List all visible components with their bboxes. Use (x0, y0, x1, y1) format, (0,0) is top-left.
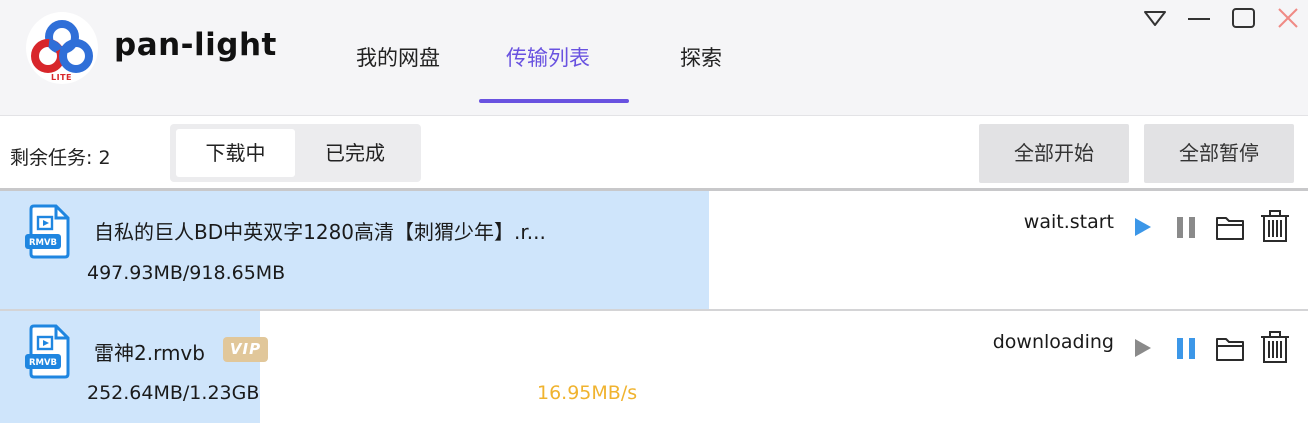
task-size-progress: 497.93MB/918.65MB (87, 262, 286, 284)
maximize-icon (1232, 8, 1255, 28)
tab-my-drive[interactable]: 我的网盘 (356, 42, 440, 72)
close-icon (1278, 8, 1298, 28)
svg-text:RMVB: RMVB (29, 358, 57, 368)
logo-tag: LITE (51, 73, 72, 82)
rmvb-file-icon: RMVB (25, 324, 70, 379)
pause-icon (1177, 217, 1195, 238)
minimize-button[interactable] (1185, 4, 1213, 32)
play-icon (1135, 218, 1151, 236)
resume-button[interactable] (1126, 332, 1158, 364)
active-tab-indicator (479, 99, 629, 103)
remaining-tasks-label: 剩余任务: 2 (10, 147, 111, 169)
open-folder-button[interactable] (1214, 332, 1246, 364)
maximize-button[interactable] (1230, 4, 1258, 32)
tab-transfer-list[interactable]: 传输列表 (506, 42, 590, 72)
task-row[interactable]: RMVB 自私的巨人BD中英双字1280高清【刺猬少年】.r... 497.93… (0, 191, 1308, 310)
delete-button[interactable] (1259, 330, 1291, 363)
segment-downloading[interactable]: 下载中 (176, 129, 295, 177)
play-icon (1135, 339, 1151, 357)
folder-icon (1216, 217, 1244, 240)
task-row[interactable]: RMVB 雷神2.rmvb VIP 252.64MB/1.23GB 16.95M… (0, 311, 1308, 423)
trash-icon (1261, 210, 1289, 242)
task-size-progress: 252.64MB/1.23GB (87, 382, 260, 404)
start-all-button[interactable]: 全部开始 (979, 124, 1129, 183)
pause-button[interactable] (1170, 332, 1202, 364)
pause-icon (1177, 338, 1195, 359)
download-status-switch: 下载中 已完成 (170, 124, 421, 182)
dropdown-button[interactable] (1141, 4, 1169, 32)
task-status: wait.start (1023, 211, 1114, 233)
task-progress-fill (0, 191, 709, 310)
app-header: LITE pan-light 我的网盘 传输列表 探索 (0, 0, 1308, 116)
app-title: pan-light (114, 27, 277, 63)
rmvb-file-icon: RMVB (25, 204, 70, 259)
resume-button[interactable] (1126, 211, 1158, 243)
download-speed: 16.95MB/s (537, 382, 638, 404)
pause-button[interactable] (1170, 211, 1202, 243)
segment-completed[interactable]: 已完成 (295, 129, 415, 177)
minimize-icon (1188, 18, 1210, 20)
pause-all-button[interactable]: 全部暂停 (1144, 124, 1294, 183)
tab-explore[interactable]: 探索 (680, 42, 722, 72)
folder-icon (1216, 338, 1244, 361)
vip-badge: VIP (223, 337, 268, 362)
task-status: downloading (992, 331, 1114, 353)
task-file-name: 自私的巨人BD中英双字1280高清【刺猬少年】.r... (94, 220, 546, 244)
trash-icon (1261, 331, 1289, 363)
transfer-toolbar: 剩余任务: 2 下载中 已完成 全部开始 全部暂停 (0, 116, 1308, 188)
delete-button[interactable] (1259, 209, 1291, 242)
dropdown-icon (1144, 11, 1166, 26)
task-file-name: 雷神2.rmvb (94, 341, 205, 365)
svg-text:RMVB: RMVB (29, 238, 57, 248)
app-logo: LITE (26, 12, 98, 84)
close-button[interactable] (1274, 4, 1302, 32)
open-folder-button[interactable] (1214, 211, 1246, 243)
